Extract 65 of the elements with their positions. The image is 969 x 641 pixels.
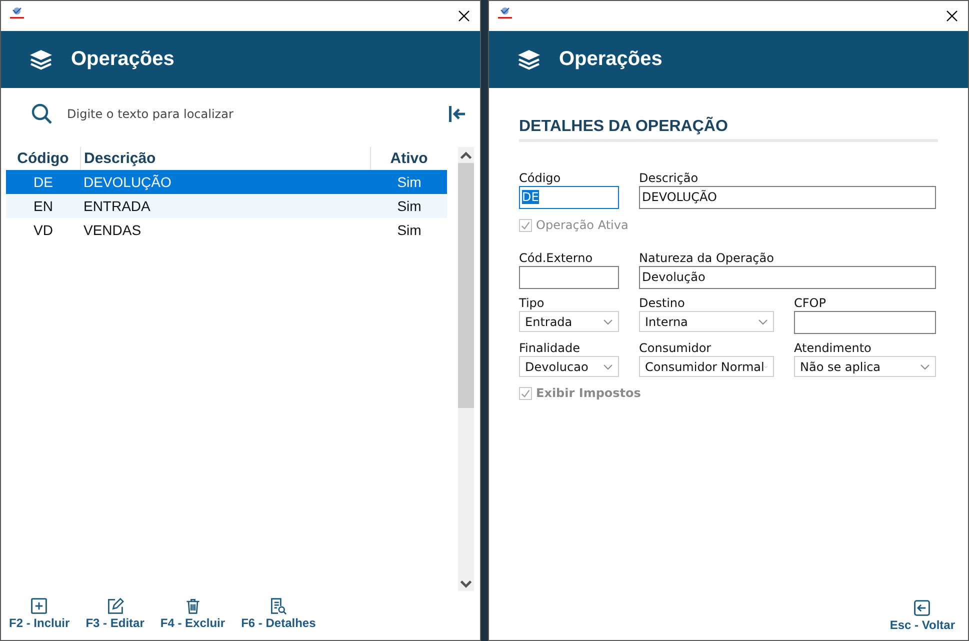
action-button[interactable]: F3 - Editar [86,597,144,630]
column-header[interactable]: Ativo [371,147,447,170]
logo-icon [497,6,513,20]
window-title: Operações [71,48,174,71]
table-cell-text: ENTRADA [82,198,152,214]
field-label: Consumidor [639,341,712,355]
layers-icon [29,48,53,70]
caret-icon [603,318,613,324]
table-cell-text: DE [32,174,54,190]
search-icon[interactable] [31,103,53,125]
collapse-icon[interactable] [448,105,466,123]
checkbox-label: Operação Ativa [536,218,628,232]
field-label: Cód.Externo [519,251,594,265]
dropdown[interactable]: Interna [639,311,774,332]
dropdown[interactable]: Devolucao [519,356,619,377]
document-search-icon [269,597,288,615]
input-field[interactable]: Devolução [639,266,936,289]
checkbox[interactable] [519,386,532,400]
field-label: Descrição [639,171,700,185]
field-label: Código [519,171,562,185]
caret-icon [603,364,613,370]
checkbox-label: Exibir Impostos [536,386,641,400]
action-button[interactable]: Esc - Voltar [890,599,955,632]
input-field[interactable] [794,311,936,334]
layers-icon [517,48,541,70]
input-field[interactable]: DE [519,186,619,209]
field-label: Finalidade [519,341,581,355]
field-label: CFOP [794,296,827,310]
field-label: Atendimento [794,341,872,355]
table-row[interactable]: EN ENTRADA Sim [6,194,447,218]
action-button[interactable]: F2 - Incluir [9,597,70,630]
table-row[interactable]: VD VENDAS Sim [6,218,447,242]
checkmark-icon [520,220,531,230]
trash-icon [184,597,202,615]
field-label: Destino [639,296,686,310]
plus-icon [30,597,48,615]
dropdown[interactable]: Entrada [519,311,619,332]
pencil-icon [106,597,124,615]
checkmark-icon [520,388,531,398]
logo-icon [9,6,25,20]
table-cell-text: Sim [396,174,422,190]
dropdown[interactable]: Consumidor Normal [639,356,774,377]
field-label: Natureza da Operação [639,251,775,265]
scrollbar[interactable] [458,147,474,591]
input-field[interactable] [519,266,619,289]
table-cell-text: EN [32,198,54,214]
table-row[interactable]: DE DEVOLUÇÃO Sim [6,170,447,194]
table-cell-text: Sim [396,198,422,214]
close-icon[interactable] [946,10,958,22]
caret-icon [758,318,768,324]
field-label: Tipo [519,296,546,310]
close-icon[interactable] [458,10,470,22]
table-cell-text: VD [32,222,54,238]
action-button[interactable]: F6 - Detalhes [241,597,316,630]
section-title: DETALHES DA OPERAÇÃO [519,118,938,142]
table-cell-text: Sim [396,222,422,238]
table-cell-text: VENDAS [82,222,142,238]
caret-icon [920,364,930,370]
scroll-thumb[interactable] [458,163,474,408]
window-title: Operações [559,48,662,71]
dropdown[interactable]: Não se aplica [794,356,936,377]
checkbox[interactable] [519,218,532,232]
table-cell-text: DEVOLUÇÃO [82,174,172,190]
action-button[interactable]: F4 - Excluir [160,597,226,630]
input-field[interactable]: DEVOLUÇÃO [639,186,936,209]
